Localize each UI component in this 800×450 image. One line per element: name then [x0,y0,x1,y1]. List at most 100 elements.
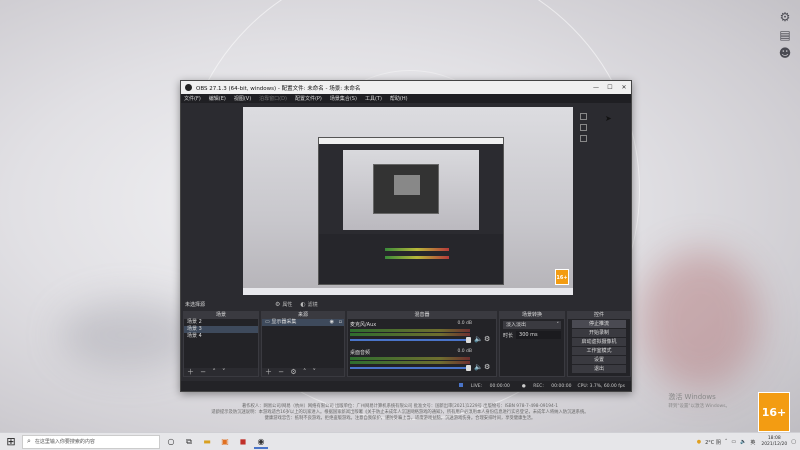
windows-start-icon[interactable]: ⊞ [4,435,18,449]
chevron-up-icon[interactable]: ˄ [725,439,728,445]
source-toolbar: 未选择源 ⚙ 属性 ◐ 滤镜 [183,299,631,309]
duration-input[interactable]: 300 ms [516,331,561,339]
nested-taskbar [243,288,573,295]
minimize-icon[interactable]: — [589,84,603,91]
scenes-toolbar[interactable]: ＋ − ˄ ˅ [184,368,258,376]
cortana-icon[interactable]: ○ [164,435,178,449]
preview-side-icons [580,113,590,146]
notification-icon[interactable]: ▢ [791,439,796,445]
sources-header: 来源 [262,312,344,319]
obs-window[interactable]: OBS 27.1.3 (64-bit, windows) - 配置文件: 未命名… [180,80,632,392]
studio-mode-button[interactable]: 工作室模式 [572,347,626,355]
menu-tools[interactable]: 工具(T) [365,95,382,102]
gear-icon[interactable]: ⚙ [484,335,490,343]
square-icon[interactable] [580,113,587,120]
eye-icon[interactable]: ◉ [330,319,334,326]
properties-button[interactable]: 属性 [282,301,292,308]
controls-dock: 控件 停止推流 开始录制 启动虚拟摄像机 工作室模式 设置 退出 [567,311,631,377]
user-icon[interactable]: ☻ [778,46,792,60]
clock[interactable]: 18:08 2021/12/20 [761,436,787,448]
square-icon[interactable] [580,124,587,131]
book-reader-icon[interactable]: ▤ [778,28,792,42]
level-meter [350,333,470,336]
volume-slider-handle[interactable] [466,365,471,371]
scene-item[interactable]: 场景 2 [184,319,258,326]
system-tray: ● 2°C 阴 ˄ ▭ 🔈 英 18:08 2021/12/20 ▢ [693,433,796,450]
square-icon[interactable] [580,135,587,142]
settings-gear-icon[interactable]: ⚙ [778,10,792,24]
netease-app-icon[interactable]: ◼ [236,435,250,449]
weather-text[interactable]: 2°C 阴 [705,439,721,446]
preview-area[interactable]: 16+ [183,105,631,301]
channel-db: 0.0 dB [457,349,472,354]
volume-icon[interactable]: 🔈 [740,439,746,445]
settings-button[interactable]: 设置 [572,356,626,364]
channel-db: 0.0 dB [457,321,472,326]
menu-help[interactable]: 帮助(H) [390,95,408,102]
controls-header: 控件 [568,312,630,319]
gear-icon[interactable]: ⚙ [484,363,490,371]
speaker-icon[interactable]: 🔈 [474,335,483,343]
network-icon[interactable]: ▭ [731,439,736,445]
preview-canvas[interactable]: 16+ [243,107,573,295]
duration-label: 时长 [503,332,514,339]
menu-scene-collection[interactable]: 场景集合(S) [330,95,357,102]
window-titlebar[interactable]: OBS 27.1.3 (64-bit, windows) - 配置文件: 未命名… [181,81,631,94]
transition-type: 淡入淡出 [506,322,527,328]
speaker-icon[interactable]: 🔈 [474,363,483,371]
nested-canvas [343,150,479,230]
start-recording-button[interactable]: 开始录制 [572,329,626,337]
obs-logo-icon [185,84,192,91]
volume-slider-handle[interactable] [466,337,471,343]
menu-edit[interactable]: 编辑(E) [209,95,226,102]
menu-bar: 文件(F) 编辑(E) 视图(V) 泊靠窗口(D) 配置文件(P) 场景集合(S… [181,94,631,103]
filters-button[interactable]: 滤镜 [308,301,318,308]
smoke-decoration [640,250,760,390]
menu-file[interactable]: 文件(F) [184,95,201,102]
source-item[interactable]: ▭ 显示器采集 ◉ ▫ [262,319,344,326]
copyright-footer: 著作权人：网易公司/网易（杭州）网络有限公司 出版单位：广州网易计算机系统有限公… [80,404,720,422]
exit-button[interactable]: 退出 [572,365,626,373]
nested-inner-canvas [394,175,420,195]
file-explorer-icon[interactable]: ▬ [200,435,214,449]
level-meter [350,361,470,364]
maximize-icon[interactable]: ☐ [603,84,617,91]
scene-item-selected[interactable]: 场景 3 [184,326,258,333]
scene-item[interactable]: 场景 4 [184,333,258,340]
menu-docks[interactable]: 泊靠窗口(D) [259,95,287,102]
channel-name: 麦克风/Aux [350,322,377,328]
mixer-dock: 混音器 麦克风/Aux 0.0 dB 🔈 ⚙ 桌面音频 0.0 dB 🔈 ⚙ [347,311,497,377]
weather-icon: ● [696,439,702,445]
properties-icon[interactable]: ⚙ [275,301,280,308]
footer-line: 健康游戏忠告：抵制不良游戏，拒绝盗版游戏。注意自我保护，谨防受骗上当。适度游戏益… [264,416,536,421]
watermark-title: 激活 Windows [668,393,716,401]
menu-view[interactable]: 视图(V) [234,95,251,102]
obs-taskbar-icon[interactable]: ◉ [254,435,268,449]
window-title: OBS 27.1.3 (64-bit, windows) - 配置文件: 未命名… [196,85,361,92]
rec-time: 00:00:00 [551,383,572,389]
no-source-label: 未选择源 [185,301,206,308]
language-indicator[interactable]: 英 [750,439,755,446]
scenes-dock: 场景 场景 2 场景 3 场景 4 ＋ − ˄ ˅ [183,311,259,377]
transition-select[interactable]: 淡入淡出 ˅ [503,321,561,329]
level-meter [350,329,470,332]
live-indicator-icon [458,383,463,387]
cpu-fps: CPU: 3.7%, 60.00 fps [577,383,626,389]
menu-profile[interactable]: 配置文件(P) [295,95,322,102]
close-icon[interactable]: ✕ [617,84,631,91]
taskbar-search[interactable]: ⌕ 在这里输入你要搜索的内容 [22,434,160,449]
volume-slider[interactable] [350,367,468,369]
sources-toolbar[interactable]: ＋ − ⚙ ˄ ˅ [262,368,344,376]
filters-icon[interactable]: ◐ [300,301,305,308]
virtual-camera-button[interactable]: 启动虚拟摄像机 [572,338,626,346]
stop-streaming-button[interactable]: 停止推流 [572,320,626,328]
volume-slider[interactable] [350,339,468,341]
app-icon[interactable]: ▣ [218,435,232,449]
lock-icon[interactable]: ▫ [339,319,342,326]
sources-dock: 来源 ▭ 显示器采集 ◉ ▫ ＋ − ⚙ ˄ ˅ [261,311,345,377]
nested-meter [385,256,449,259]
search-icon: ⌕ [27,437,31,445]
obs-statusbar: LIVE: 00:00:00 ● REC: 00:00:00 CPU: 3.7%… [181,381,631,391]
task-view-icon[interactable]: ⧉ [182,435,196,449]
chevron-down-icon: ˅ [556,322,560,328]
